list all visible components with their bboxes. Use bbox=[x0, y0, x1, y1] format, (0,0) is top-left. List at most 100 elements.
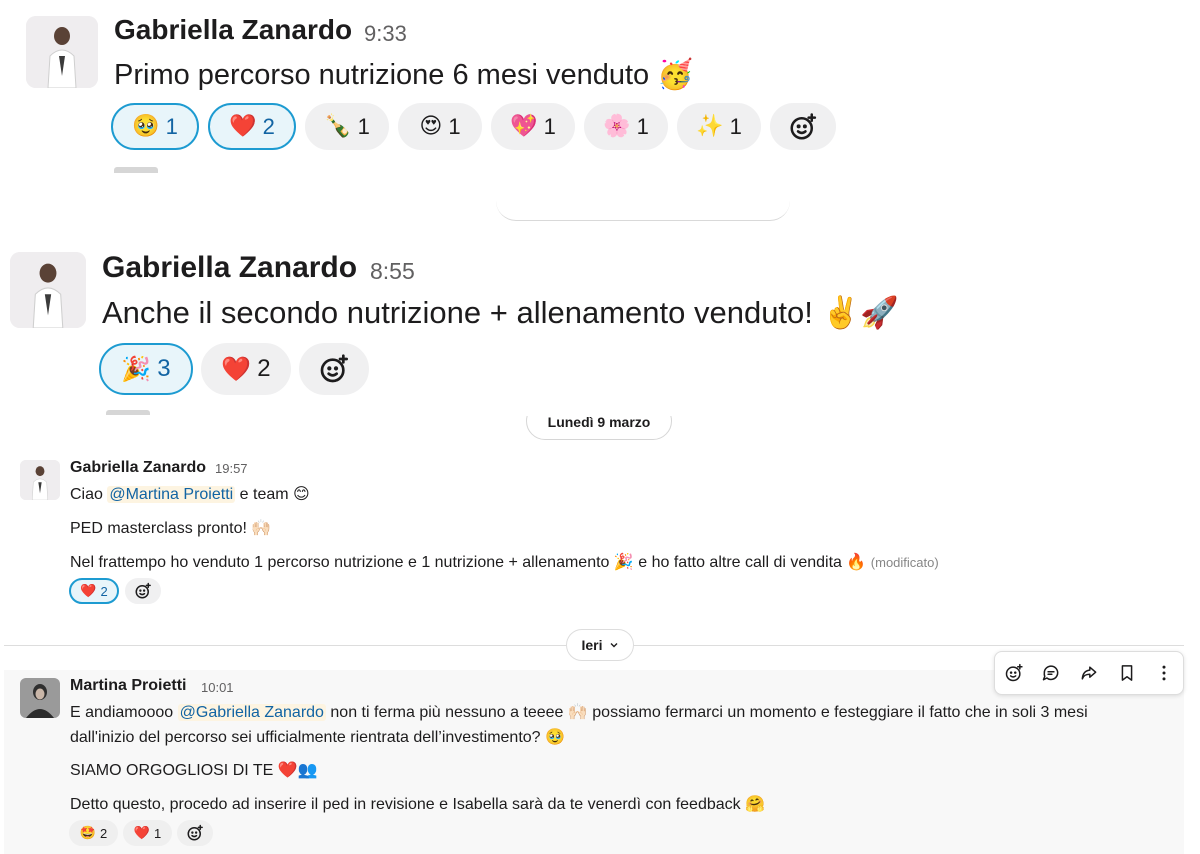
reaction-star-struck[interactable]: 🤩 2 bbox=[69, 820, 118, 846]
reaction-count: 1 bbox=[636, 113, 649, 139]
partying-face-emoji: 🥳 bbox=[657, 57, 694, 91]
add-reaction-button[interactable] bbox=[177, 820, 213, 846]
reaction-sparkling-heart[interactable]: 💖 1 bbox=[491, 103, 575, 150]
reaction-emoji: ❤️ bbox=[229, 114, 257, 139]
date-label: Ieri bbox=[581, 637, 603, 653]
message-text: Anche il secondo nutrizione + allenament… bbox=[102, 294, 899, 331]
text: e team bbox=[239, 486, 289, 503]
reaction-emoji: ✨ bbox=[696, 114, 724, 139]
message-line-3: Nel frattempo ho venduto 1 percorso nutr… bbox=[70, 552, 939, 572]
forward-action[interactable] bbox=[1074, 658, 1104, 688]
add-reaction-icon bbox=[187, 824, 203, 841]
reaction-heart-eyes[interactable]: 😍 1 bbox=[398, 103, 482, 150]
thread-avatar-stub bbox=[114, 167, 158, 173]
raised-hands-emoji: 🙌🏻 bbox=[567, 702, 588, 721]
reply-in-thread-action[interactable] bbox=[1036, 658, 1066, 688]
text: possiamo fermarci un momento e festeggia… bbox=[592, 704, 1088, 721]
reaction-party-popper[interactable]: 🎉 3 bbox=[99, 343, 193, 395]
date-divider-ieri[interactable]: Ieri bbox=[566, 629, 634, 661]
reaction-count: 1 bbox=[729, 113, 742, 139]
date-pill: Lunedì 9 marzo bbox=[526, 416, 672, 440]
victory-rocket-emoji: ✌️🚀 bbox=[821, 295, 899, 331]
reactions-bar: 🎉 3 ❤️ 2 bbox=[99, 343, 369, 395]
forward-icon bbox=[1081, 666, 1097, 680]
reactions-bar: ❤️ 2 bbox=[69, 578, 161, 604]
avatar-image bbox=[26, 16, 98, 88]
avatar[interactable] bbox=[10, 252, 86, 328]
bookmark-icon bbox=[1121, 665, 1132, 681]
reactions-bar: 🥹 1 ❤️ 2 🍾 1 😍 1 💖 1 🌸 1 ✨ 1 bbox=[111, 103, 836, 150]
avatar-image bbox=[10, 252, 86, 328]
reaction-blossom[interactable]: 🌸 1 bbox=[584, 103, 668, 150]
hugging-face-emoji: 🤗 bbox=[745, 794, 766, 813]
author-name[interactable]: Gabriella Zanardo bbox=[70, 459, 206, 477]
save-for-later-action[interactable] bbox=[1112, 658, 1142, 688]
reaction-count: 1 bbox=[153, 825, 162, 841]
author-name[interactable]: Gabriella Zanardo bbox=[114, 14, 352, 46]
text: E andiamoooo bbox=[70, 704, 174, 721]
add-reaction-button[interactable] bbox=[770, 103, 836, 150]
reaction-count: 1 bbox=[543, 113, 556, 139]
more-icon bbox=[1162, 665, 1166, 681]
reply-thread-icon bbox=[1043, 665, 1059, 681]
reaction-count: 1 bbox=[165, 113, 178, 139]
reaction-emoji: 😍 bbox=[419, 114, 443, 139]
add-reaction-icon bbox=[790, 112, 817, 139]
message-line-4: Detto questo, procedo ad inserire il ped… bbox=[70, 794, 765, 814]
reaction-heart[interactable]: ❤️ 2 bbox=[69, 578, 119, 604]
reaction-emoji: ❤️ bbox=[133, 825, 150, 841]
mention-link[interactable]: @Gabriella Zanardo bbox=[177, 704, 326, 721]
reaction-count: 1 bbox=[357, 113, 370, 139]
add-reaction-icon bbox=[320, 354, 348, 383]
timestamp[interactable]: 10:01 bbox=[201, 680, 234, 695]
text: e ho fatto altre call di vendita bbox=[638, 554, 842, 571]
timestamp[interactable]: 8:55 bbox=[370, 258, 415, 285]
avatar[interactable] bbox=[20, 460, 60, 500]
avatar[interactable] bbox=[26, 16, 98, 88]
reaction-heart[interactable]: ❤️ 2 bbox=[208, 103, 296, 150]
add-reaction-icon bbox=[1005, 663, 1023, 682]
reaction-emoji: 🥹 bbox=[132, 114, 160, 139]
message-body: Anche il secondo nutrizione + allenament… bbox=[102, 295, 813, 330]
message-actions-toolbar bbox=[994, 651, 1184, 695]
add-reaction-button[interactable] bbox=[125, 578, 161, 604]
fire-emoji: 🔥 bbox=[846, 552, 867, 571]
text: Ciao bbox=[70, 486, 103, 503]
reaction-emoji: ❤️ bbox=[221, 355, 252, 383]
chevron-down-icon bbox=[610, 643, 617, 648]
avatar[interactable] bbox=[20, 678, 60, 718]
pleading-face-emoji: 🥹 bbox=[545, 727, 565, 746]
reactions-bar: 🤩 2 ❤️ 1 bbox=[69, 820, 213, 846]
reaction-heart[interactable]: ❤️ 2 bbox=[201, 343, 291, 395]
reaction-emoji: 🍾 bbox=[324, 114, 352, 139]
reaction-count: 2 bbox=[99, 825, 108, 841]
timestamp[interactable]: 9:33 bbox=[364, 21, 407, 47]
date-divider-cropped[interactable]: Lunedì 9 marzo bbox=[526, 416, 674, 442]
add-reaction-icon bbox=[135, 582, 151, 599]
reaction-emoji: ❤️ bbox=[80, 583, 97, 599]
author-name[interactable]: Martina Proietti bbox=[70, 677, 186, 695]
text: Detto questo, procedo ad inserire il ped… bbox=[70, 796, 741, 813]
edited-label: (modificato) bbox=[870, 555, 939, 570]
reaction-pleading-face[interactable]: 🥹 1 bbox=[111, 103, 199, 150]
heart-people-emoji: ❤️👥 bbox=[277, 760, 318, 779]
reaction-count: 1 bbox=[448, 113, 461, 139]
more-actions[interactable] bbox=[1149, 658, 1179, 688]
add-reaction-action[interactable] bbox=[999, 658, 1029, 688]
author-name[interactable]: Gabriella Zanardo bbox=[102, 251, 357, 285]
reaction-sparkles[interactable]: ✨ 1 bbox=[677, 103, 761, 150]
raised-hands-emoji: 🙌🏻 bbox=[251, 518, 272, 537]
avatar-image bbox=[20, 460, 60, 500]
party-popper-emoji: 🎉 bbox=[613, 552, 634, 571]
reaction-count: 2 bbox=[257, 355, 271, 382]
mention-link[interactable]: @Martina Proietti bbox=[107, 486, 236, 503]
timestamp[interactable]: 19:57 bbox=[215, 461, 248, 476]
message-text: Primo percorso nutrizione 6 mesi venduto… bbox=[114, 57, 693, 92]
message-line-2: PED masterclass pronto! 🙌🏻 bbox=[70, 518, 271, 538]
date-pill-edge bbox=[496, 196, 790, 221]
reaction-champagne[interactable]: 🍾 1 bbox=[305, 103, 389, 150]
reaction-emoji: 🌸 bbox=[603, 114, 631, 139]
add-reaction-button[interactable] bbox=[299, 343, 369, 395]
reaction-heart[interactable]: ❤️ 1 bbox=[123, 820, 172, 846]
thread-avatar-stub bbox=[106, 410, 150, 415]
